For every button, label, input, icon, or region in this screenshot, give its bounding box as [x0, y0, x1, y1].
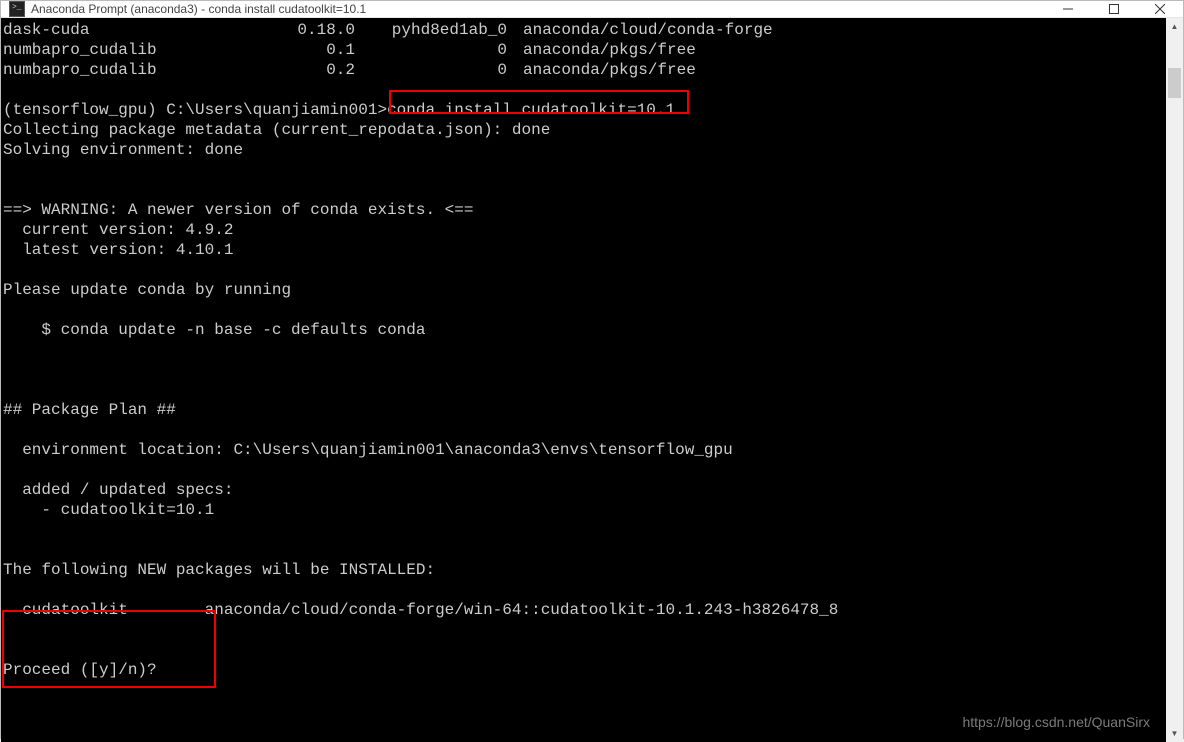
pkg-row: dask-cuda0.18.0pyhd8ed1ab_0anaconda/clou…: [3, 20, 1164, 40]
new-packages: The following NEW packages will be INSTA…: [3, 561, 435, 579]
terminal-area: dask-cuda0.18.0pyhd8ed1ab_0anaconda/clou…: [1, 18, 1183, 742]
added-specs: added / updated specs:: [3, 481, 233, 499]
pkg-row: numbapro_cudalib0.20anaconda/pkgs/free: [3, 60, 1164, 80]
env-location: environment location: C:\Users\quanjiami…: [3, 441, 733, 459]
terminal-icon: [9, 1, 25, 17]
watermark: https://blog.csdn.net/QuanSirx: [962, 712, 1150, 732]
scroll-thumb[interactable]: [1168, 68, 1181, 98]
update-cmd: $ conda update -n base -c defaults conda: [3, 321, 425, 339]
minimize-button[interactable]: [1045, 1, 1091, 17]
prompt-command: conda install cudatoolkit=10.1: [387, 101, 675, 119]
warning-latest: latest version: 4.10.1: [3, 241, 233, 259]
install-line: cudatoolkit anaconda/cloud/conda-forge/w…: [3, 601, 838, 619]
prompt-prefix: (tensorflow_gpu) C:\Users\quanjiamin001>: [3, 101, 387, 119]
scroll-up-button[interactable]: ▲: [1166, 18, 1183, 35]
warning-current: current version: 4.9.2: [3, 221, 233, 239]
window-title: Anaconda Prompt (anaconda3) - conda inst…: [31, 2, 1045, 16]
scroll-down-button[interactable]: ▼: [1166, 725, 1183, 742]
output-line: Collecting package metadata (current_rep…: [3, 121, 550, 139]
title-bar[interactable]: Anaconda Prompt (anaconda3) - conda inst…: [1, 1, 1183, 18]
window-frame: Anaconda Prompt (anaconda3) - conda inst…: [0, 0, 1184, 739]
output-line: Please update conda by running: [3, 281, 291, 299]
plan-header: ## Package Plan ##: [3, 401, 176, 419]
maximize-button[interactable]: [1091, 1, 1137, 17]
vertical-scrollbar[interactable]: ▲ ▼: [1166, 18, 1183, 742]
output-line: Solving environment: done: [3, 141, 243, 159]
window-controls: [1045, 1, 1183, 17]
pkg-row: numbapro_cudalib0.10anaconda/pkgs/free: [3, 40, 1164, 60]
spec-item: - cudatoolkit=10.1: [3, 501, 214, 519]
terminal-output[interactable]: dask-cuda0.18.0pyhd8ed1ab_0anaconda/clou…: [1, 18, 1166, 742]
proceed-prompt[interactable]: Proceed ([y]/n)?: [3, 661, 166, 679]
warning-head: ==> WARNING: A newer version of conda ex…: [3, 201, 473, 219]
close-button[interactable]: [1137, 1, 1183, 17]
